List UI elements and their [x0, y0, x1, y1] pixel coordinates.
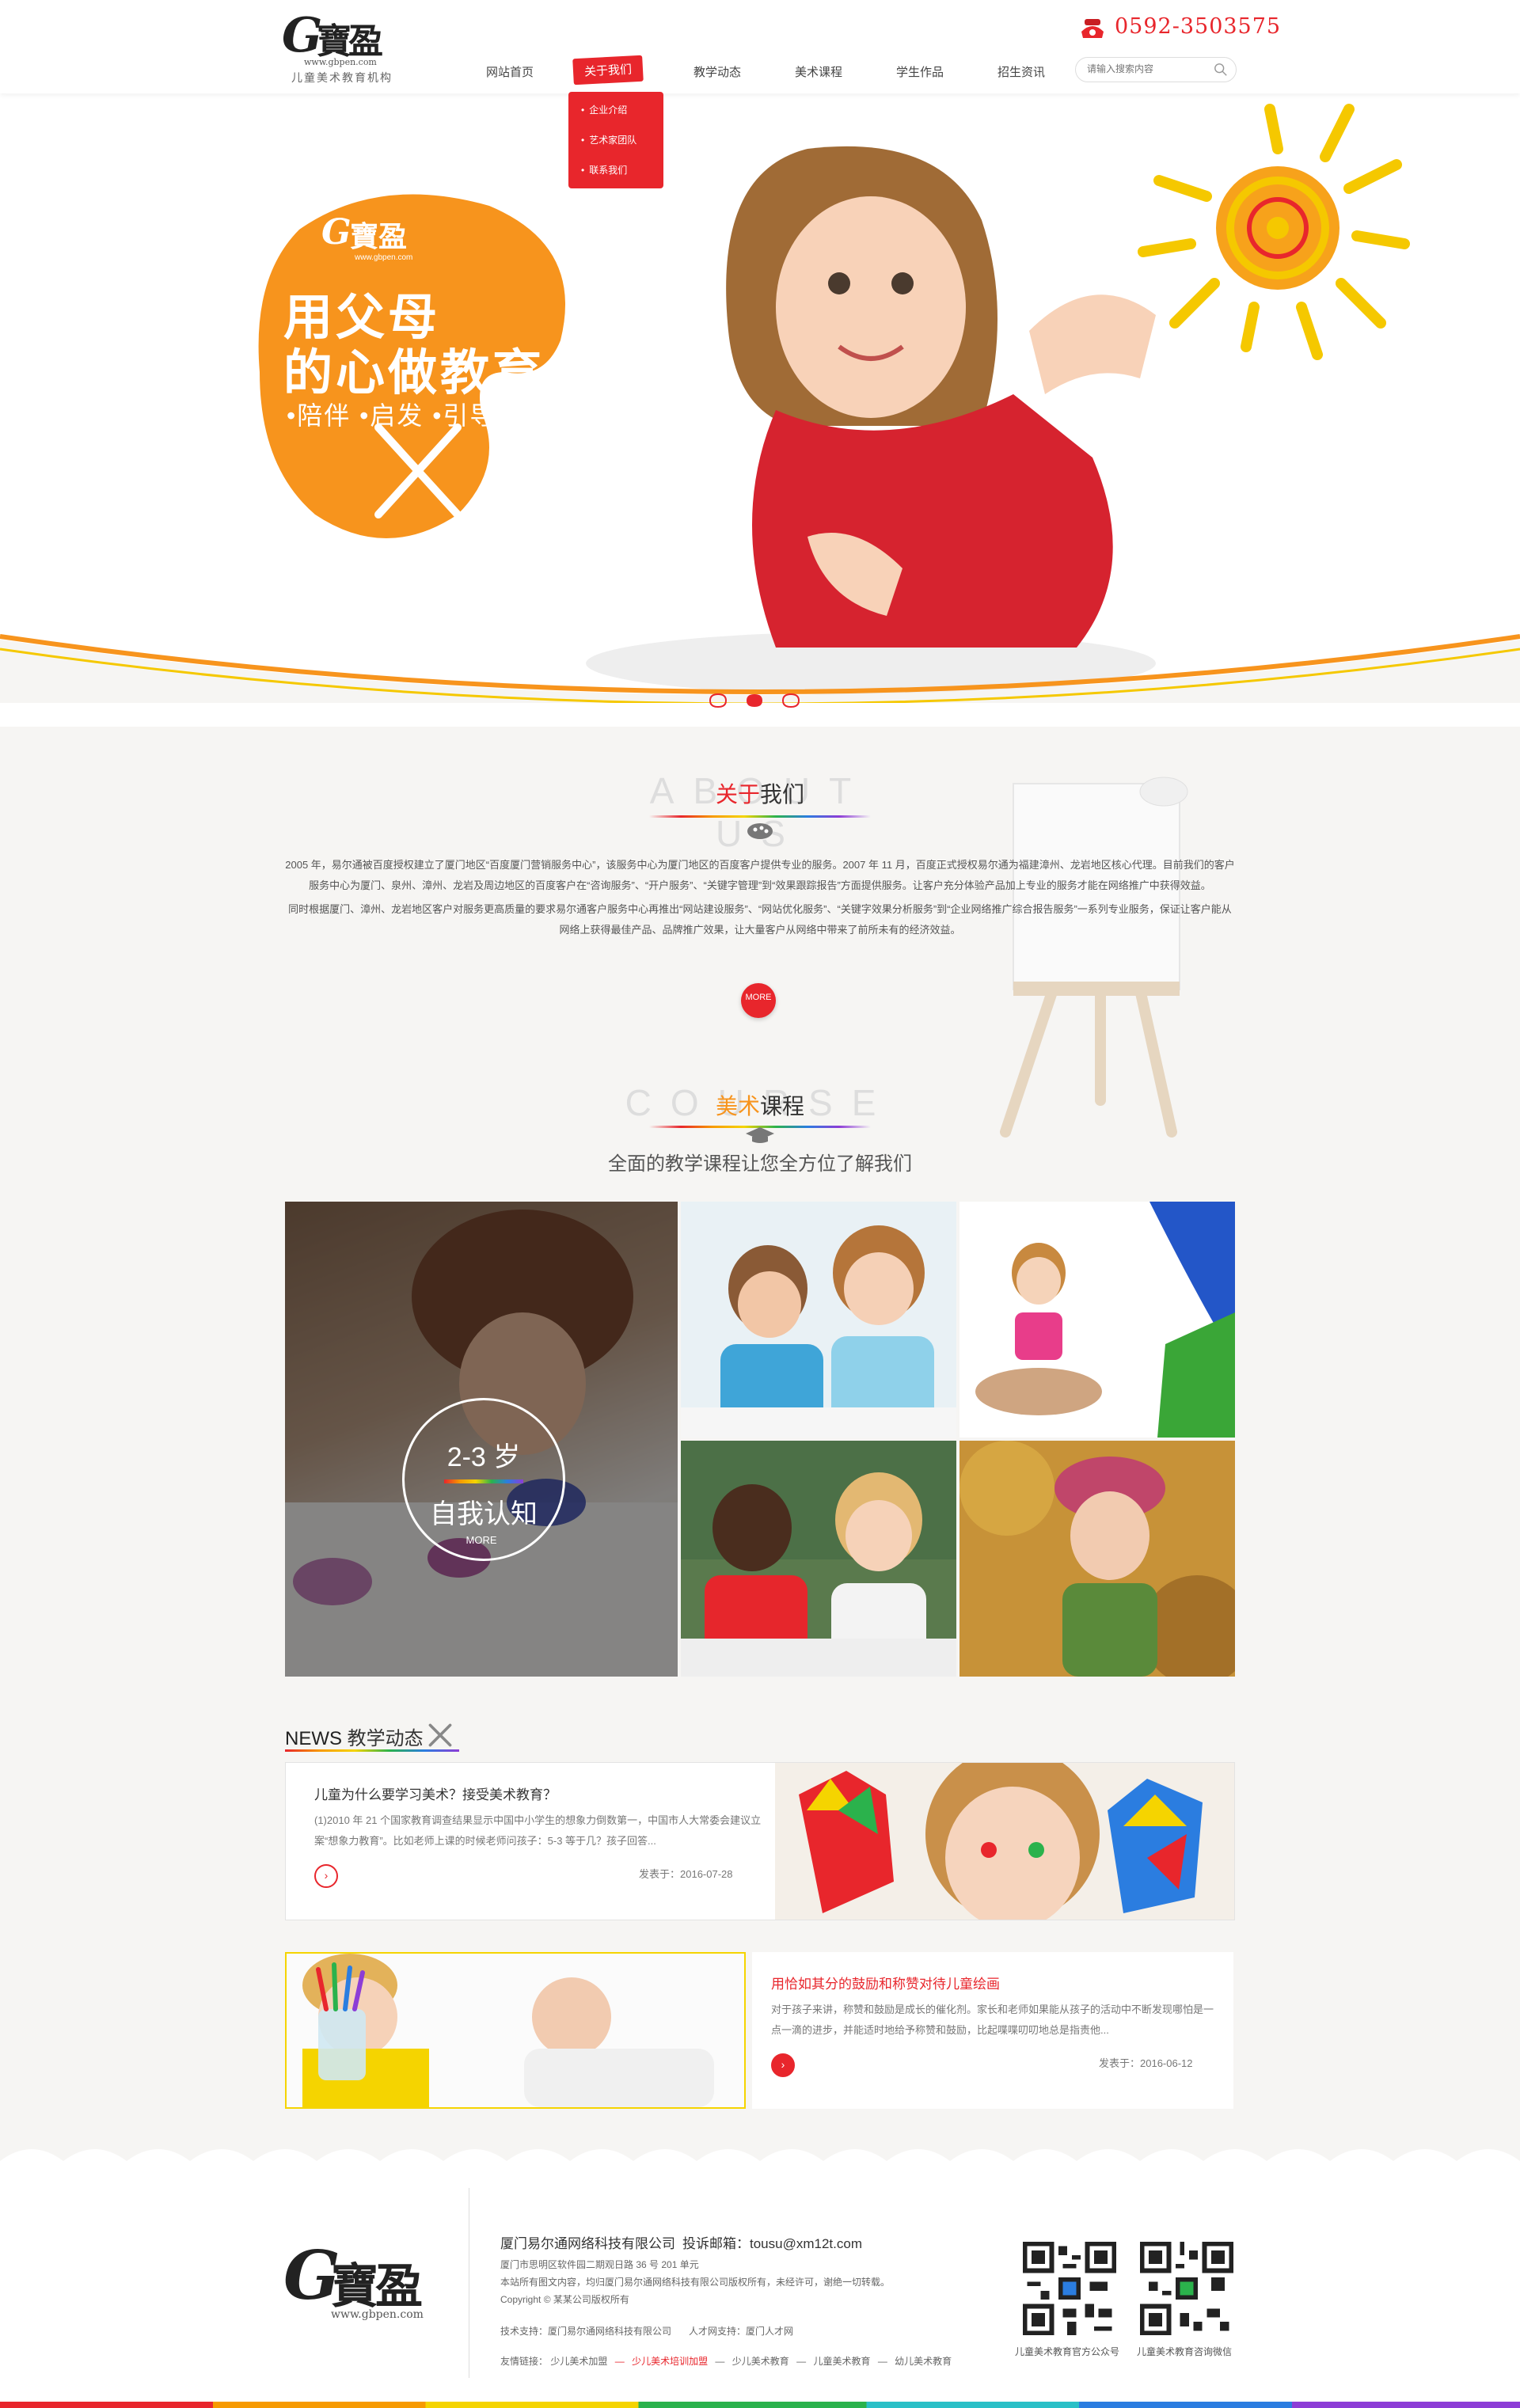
footer-copyright-note: 本站所有图文内容，均归厦门易尔通网络科技有限公司版权所有，未经许可，谢绝一切转载… — [500, 2277, 891, 2288]
footer-tech-support[interactable]: 技术支持：厦门易尔通网络科技有限公司 — [500, 2324, 671, 2338]
qr-label-official-account: 儿童美术教育官方公众号 — [1015, 2346, 1120, 2357]
banner-slogan: •陪伴 •启发 •引导 •帮助 — [287, 401, 570, 430]
news-divider — [285, 1749, 459, 1752]
friend-link-4[interactable]: 儿童美术教育 — [813, 2356, 870, 2367]
friend-link-3[interactable]: 少儿美术教育 — [732, 2356, 789, 2367]
phone-number: 0592-3503575 — [1115, 14, 1282, 39]
about-paragraph-2: 同时根据厦门、漳州、龙岩地区客户对服务更高质量的要求易尔通客户服务中心再推出“网… — [288, 903, 1232, 936]
news-excerpt-2: 对于孩子来讲，称赞和鼓励是成长的催化剂。家长和老师如果能从孩子的活动中不断发现哪… — [771, 2004, 1214, 2036]
course-tile-featured[interactable]: 2-3 岁 自我认知 MORE — [285, 1202, 678, 1677]
qr-code-official-account — [1023, 2242, 1116, 2335]
footer-talent-support[interactable]: 人才网支持：厦门人才网 — [689, 2324, 793, 2338]
dropdown-item-contact[interactable]: 联系我们 — [581, 163, 627, 177]
brush-cross-icon — [428, 1723, 452, 1747]
graduation-cap-icon — [746, 1127, 774, 1143]
site-header: G 寶盈 www.gbpen.com 儿童美术教育机构 网站首页 关于我们 教学… — [0, 0, 1520, 93]
qr-label-wechat: 儿童美术教育咨询微信 — [1137, 2346, 1233, 2357]
news-title-1[interactable]: 儿童为什么要学习美术？接受美术教育？ — [314, 1783, 557, 1803]
site-logo[interactable]: G 寶盈 www.gbpen.com 儿童美术教育机构 — [282, 8, 401, 87]
course-tile-3[interactable] — [960, 1202, 1235, 1438]
palette-icon — [747, 823, 773, 839]
about-description: 2005 年，易尔通被百度授权建立了厦门地区“百度厦门营销服务中心”，该服务中心… — [285, 855, 1235, 940]
footer-address: 厦门市思明区软件园二期观日路 36 号 201 单元 — [500, 2259, 699, 2270]
logo-tagline: 儿童美术教育机构 — [291, 71, 393, 84]
nav-item-home[interactable]: 网站首页 — [486, 63, 534, 80]
footer-complaint-email[interactable]: 投诉邮箱：tousu@xm12t.com — [682, 2232, 862, 2252]
news-arrow-button-1[interactable]: › — [314, 1864, 338, 1888]
featured-course-more[interactable]: MORE — [285, 1534, 678, 1546]
palette-text: G 寶盈 www.gbpen.com 用父母 的心做教育 •陪伴 •启发 •引导… — [252, 182, 572, 546]
kids-crayons-photo — [681, 1441, 956, 1677]
slide-dot-1[interactable] — [706, 692, 730, 709]
friend-link-1[interactable]: 少儿美术加盟 — [550, 2356, 607, 2367]
slide-dot-3[interactable] — [779, 692, 803, 709]
footer-logo[interactable]: G 寶盈 www.gbpen.com — [283, 2240, 442, 2327]
featured-course-label: 自我认知 — [430, 1499, 538, 1529]
friend-link-5[interactable]: 幼儿美术教育 — [895, 2356, 952, 2367]
girl-autumn-photo — [960, 1441, 1235, 1677]
children-drawing-photo — [681, 1225, 956, 1438]
dropdown-item-company[interactable]: 企业介绍 — [581, 103, 627, 116]
news-excerpt-1: (1)2010 年 21 个国家教育调查结果显示中国中小学生的想象力倒数第一，中… — [314, 1814, 762, 1847]
banner-wave — [0, 634, 1520, 703]
painted-hands-photo — [775, 1763, 1234, 1920]
about-paragraph-1: 2005 年，易尔通被百度授权建立了厦门地区“百度厦门营销服务中心”，该服务中心… — [285, 859, 1235, 891]
about-dropdown-menu: 企业介绍 艺术家团队 联系我们 — [568, 92, 663, 188]
footer-friend-links: 友情链接： 少儿美术加盟 — 少儿美术培训加盟 — 少儿美术教育 — 儿童美术教… — [500, 2356, 952, 2367]
news-title-2[interactable]: 用恰如其分的鼓励和称赞对待儿童绘画 — [771, 1973, 1000, 1992]
easel-illustration — [1000, 777, 1188, 1138]
child-markers-photo — [287, 1954, 744, 2107]
nav-item-courses[interactable]: 美术课程 — [795, 63, 842, 80]
course-tile-4[interactable] — [681, 1441, 956, 1677]
news-section-title: NEWS 教学动态 — [285, 1728, 424, 1749]
banner-headline-2: 的心做教育 — [283, 346, 545, 401]
nav-item-works[interactable]: 学生作品 — [896, 63, 944, 80]
news-date-2: 发表于：2016-06-12 — [1099, 2057, 1193, 2069]
news-card-2[interactable]: 用恰如其分的鼓励和称赞对待儿童绘画 对于孩子来讲，称赞和鼓励是成长的催化剂。家长… — [285, 1952, 1233, 2109]
footer-copyright: Copyright © 某某公司版权所有 — [500, 2294, 629, 2305]
hero-banner: G 寶盈 www.gbpen.com 用父母 的心做教育 •陪伴 •启发 •引导… — [0, 93, 1520, 727]
search-icon[interactable] — [1214, 63, 1228, 77]
news-arrow-button-2[interactable]: › — [771, 2053, 795, 2077]
featured-course-age: 2-3 岁 — [446, 1442, 521, 1472]
footer-rainbow-bar — [0, 2402, 1520, 2408]
nav-item-admissions[interactable]: 招生资讯 — [998, 63, 1045, 80]
course-tile-2[interactable] — [681, 1202, 956, 1438]
slide-dot-2[interactable] — [743, 692, 766, 709]
nav-item-about[interactable]: 关于我们 — [572, 55, 644, 85]
search-box — [1075, 57, 1237, 82]
site-footer — [0, 2169, 1520, 2408]
girl-painting-photo — [975, 1202, 1235, 1438]
course-grid: 2-3 岁 自我认知 MORE — [285, 1202, 1235, 1677]
course-tile-5[interactable] — [960, 1441, 1235, 1677]
friend-link-2[interactable]: 少儿美术培训加盟 — [632, 2356, 708, 2367]
course-subtitle: 全面的教学课程让您全方位了解我们 — [608, 1153, 912, 1175]
dropdown-item-artists[interactable]: 艺术家团队 — [581, 133, 636, 146]
footer-company: 厦门易尔通网络科技有限公司 — [500, 2236, 675, 2251]
nav-item-news[interactable]: 教学动态 — [694, 63, 741, 80]
news-image-frame-2 — [285, 1952, 746, 2109]
search-input[interactable] — [1085, 63, 1207, 75]
news-card-1[interactable]: 儿童为什么要学习美术？接受美术教育？ (1)2010 年 21 个国家教育调查结… — [285, 1762, 1235, 1920]
news-text-box-2: 用恰如其分的鼓励和称赞对待儿童绘画 对于孩子来讲，称赞和鼓励是成长的催化剂。家长… — [752, 1952, 1233, 2109]
phone-icon — [1081, 19, 1104, 38]
about-more-button[interactable]: MORE — [741, 983, 776, 1018]
qr-code-wechat — [1140, 2242, 1233, 2335]
news-date-1: 发表于：2016-07-28 — [639, 1868, 733, 1880]
